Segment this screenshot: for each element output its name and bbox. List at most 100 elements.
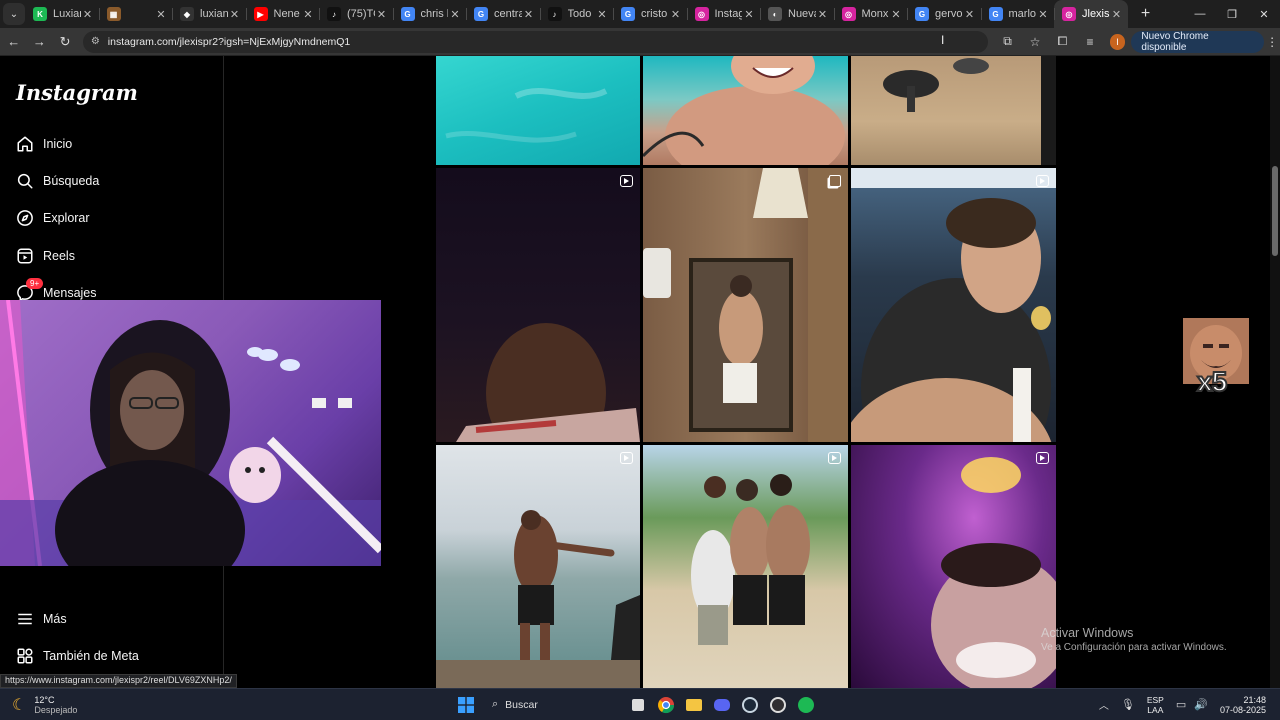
chrome-icon[interactable] — [652, 693, 680, 717]
browser-tab[interactable]: Gchris h✕ — [392, 0, 467, 28]
browser-tab[interactable]: ▶ Nene d✕ — [245, 0, 320, 28]
update-chrome-button[interactable]: Nuevo Chrome disponible — [1131, 30, 1265, 53]
grid-post[interactable] — [436, 445, 640, 688]
browser-tab[interactable]: Ggervon✕ — [907, 0, 981, 28]
tab-close-icon[interactable]: ✕ — [154, 8, 168, 21]
tab-search-button[interactable]: ⌄ — [3, 3, 25, 25]
tab-close-icon[interactable]: ✕ — [301, 8, 315, 21]
install-app-icon[interactable]: ⧉ — [994, 34, 1021, 49]
tab-close-icon[interactable]: ✕ — [963, 8, 977, 21]
browser-tab[interactable]: ♪ (75)TOI✕ — [319, 0, 393, 28]
tab-favicon-icon: ◎ — [1062, 7, 1076, 21]
tab-favicon-icon: ♪ — [327, 7, 341, 21]
browser-tab[interactable]: K Luxian✕ — [25, 0, 99, 28]
nav-item-explorar[interactable]: Explorar — [16, 206, 90, 230]
volume-icon[interactable]: 🔊 — [1194, 698, 1208, 711]
site-info-icon[interactable]: ⚙ — [91, 36, 100, 47]
microphone-icon[interactable]: 🎙 — [1121, 698, 1135, 711]
tab-close-icon[interactable]: ✕ — [742, 8, 756, 21]
nav-item-reels[interactable]: Reels — [16, 244, 75, 268]
browser-tab[interactable]: ◎ Monxi ✕ — [833, 0, 908, 28]
taskbar-search[interactable]: ⌕ Buscar — [484, 693, 624, 717]
page-scrollbar[interactable] — [1270, 56, 1280, 688]
tab-favicon-icon: K — [33, 7, 47, 21]
start-button[interactable] — [452, 693, 480, 717]
instagram-logo[interactable]: Instagram — [16, 80, 138, 105]
url-text: instagram.com/jlexispr2?igsh=NjExMjgyNmd… — [107, 35, 351, 48]
window-controls: — ❐ ✕ — [1184, 8, 1280, 21]
close-window-button[interactable]: ✕ — [1248, 8, 1280, 21]
messages-badge: 9+ — [26, 278, 44, 289]
grid-post[interactable] — [643, 445, 848, 688]
weather-desc: Despejado — [34, 704, 78, 715]
nav-item-tambien-de-meta[interactable]: También de Meta — [16, 644, 139, 668]
tab-close-icon[interactable]: ✕ — [448, 8, 462, 21]
network-icon[interactable]: ▭ — [1176, 698, 1186, 711]
nav-label: También de Meta — [43, 649, 139, 663]
browser-tab[interactable]: ◐ Nueva✕ — [760, 0, 834, 28]
nav-item-inicio[interactable]: Inicio — [16, 132, 72, 156]
grid-post[interactable] — [643, 168, 848, 442]
maximize-button[interactable]: ❐ — [1216, 8, 1248, 21]
reload-button[interactable]: ↻ — [53, 34, 77, 50]
tab-close-icon[interactable]: ✕ — [1110, 8, 1124, 21]
browser-tab[interactable]: ◎ Instagr✕ — [686, 0, 761, 28]
media-controls-icon[interactable]: ≡ — [1076, 35, 1103, 49]
new-tab-button[interactable]: + — [1134, 5, 1158, 23]
tab-close-icon[interactable]: ✕ — [595, 8, 609, 21]
tab-title: marlon — [1008, 8, 1037, 20]
grid-post[interactable] — [851, 56, 1056, 165]
more-menu-icon[interactable]: ⋮ — [1264, 35, 1280, 49]
grid-post[interactable] — [643, 56, 848, 165]
weather-moon-icon: ☾ — [12, 696, 27, 714]
clock[interactable]: 21:48 07-08-2025 — [1220, 695, 1266, 715]
browser-tab-strip: ⌄ KLuxian✕▦✕◆luxiani✕▶Nene d✕♪(75)TOI✕Gc… — [0, 0, 1280, 28]
task-view-icon[interactable] — [624, 693, 652, 717]
tab-close-icon[interactable]: ✕ — [669, 8, 683, 21]
tab-favicon-icon: G — [474, 7, 488, 21]
browser-tab[interactable]: Gcentral✕ — [466, 0, 540, 28]
tab-close-icon[interactable]: ✕ — [228, 8, 242, 21]
back-button[interactable]: ← — [2, 34, 26, 49]
grid-post[interactable] — [436, 168, 640, 442]
tab-favicon-icon: G — [400, 7, 415, 21]
discord-icon[interactable] — [708, 693, 736, 717]
tab-close-icon[interactable]: ✕ — [375, 8, 389, 21]
tray-overflow-icon[interactable]: ︿ — [1099, 697, 1109, 712]
tab-close-icon[interactable]: ✕ — [1036, 8, 1050, 21]
spotify-icon[interactable] — [792, 693, 820, 717]
tab-close-icon[interactable]: ✕ — [522, 8, 536, 21]
tab-title: Nueva — [788, 8, 816, 20]
language-indicator[interactable]: ESP LAA — [1147, 695, 1164, 715]
forward-button[interactable]: → — [28, 34, 52, 49]
obs-icon[interactable] — [764, 693, 792, 717]
weather-widget[interactable]: ☾ 12°C Despejado — [12, 695, 132, 715]
grid-post[interactable] — [851, 168, 1056, 442]
file-explorer-icon[interactable] — [680, 693, 708, 717]
nav-item-busqueda[interactable]: Búsqueda — [16, 169, 99, 193]
browser-tab[interactable]: Gcristo r✕ — [613, 0, 687, 28]
reel-icon — [620, 175, 633, 187]
browser-tab[interactable]: Gmarlon✕ — [980, 0, 1055, 28]
address-bar[interactable]: ⚙ instagram.com/jlexispr2?igsh=NjExMjgyN… — [82, 30, 988, 53]
windows-activation-watermark: Activar Windows Ve a Configuración para … — [1041, 626, 1227, 653]
tab-close-icon[interactable]: ✕ — [816, 8, 830, 21]
minimize-button[interactable]: — — [1184, 8, 1216, 21]
reels-icon — [16, 247, 34, 265]
grid-post[interactable] — [436, 56, 640, 165]
tab-close-icon[interactable]: ✕ — [889, 8, 903, 21]
grid-post[interactable] — [851, 445, 1056, 688]
browser-tab[interactable]: ♪ Todo ki✕ — [539, 0, 614, 28]
tab-close-icon[interactable]: ✕ — [81, 8, 95, 21]
scrollbar-thumb[interactable] — [1272, 166, 1278, 256]
extensions-icon[interactable]: ⧠ — [1049, 34, 1076, 49]
nav-label: Mensajes — [43, 286, 97, 300]
browser-tab[interactable]: ◎ Jlexispr✕ — [1054, 0, 1128, 28]
bookmark-star-icon[interactable]: ☆ — [1021, 35, 1048, 49]
nav-item-mas[interactable]: Más — [16, 607, 67, 631]
browser-tab[interactable]: ◆ luxiani✕ — [172, 0, 246, 28]
tab-favicon-icon: ▶ — [253, 7, 268, 21]
profile-avatar[interactable]: I — [1109, 33, 1126, 50]
browser-tab[interactable]: ▦ ✕ — [98, 0, 173, 28]
steam-icon[interactable] — [736, 693, 764, 717]
